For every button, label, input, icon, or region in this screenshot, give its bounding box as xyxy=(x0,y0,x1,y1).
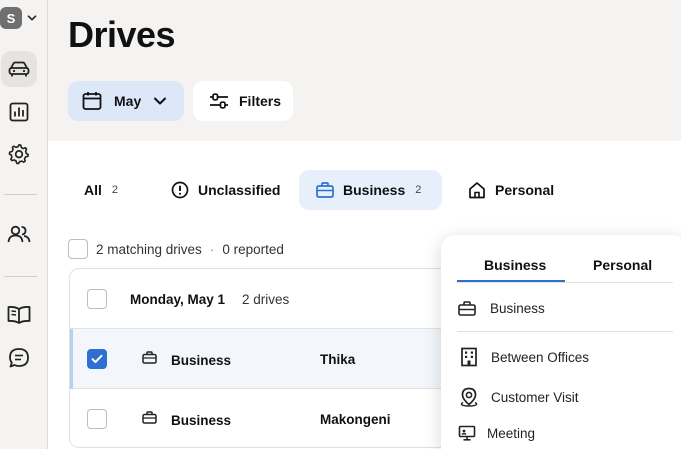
briefcase-icon xyxy=(142,351,157,364)
purpose-option-business[interactable]: Business xyxy=(457,301,545,316)
check-icon xyxy=(91,354,103,364)
drives-table: Monday, May 1 2 drives Business Thika Bu… xyxy=(69,268,469,448)
account-switcher[interactable]: S xyxy=(0,6,44,30)
chat-icon xyxy=(8,347,30,369)
map-pin-icon xyxy=(457,387,481,407)
building-icon xyxy=(457,347,481,367)
purpose-option-meeting[interactable]: Meeting xyxy=(457,425,535,441)
presentation-icon xyxy=(457,425,477,441)
tab-count: 2 xyxy=(111,184,119,196)
selection-indicator xyxy=(70,329,73,389)
reported-count: 0 reported xyxy=(222,241,284,257)
sidebar-item-team[interactable] xyxy=(1,216,37,252)
sidebar-item-drives[interactable] xyxy=(1,51,37,87)
page-title: Drives xyxy=(68,14,176,55)
users-icon xyxy=(7,224,31,244)
summary-separator: · xyxy=(209,241,215,257)
chevron-down-icon xyxy=(153,94,167,108)
home-icon xyxy=(468,181,486,199)
popover-tab-business[interactable]: Business xyxy=(484,257,546,273)
alert-circle-icon xyxy=(171,181,189,199)
row-checkbox[interactable] xyxy=(87,349,107,369)
chevron-down-icon[interactable] xyxy=(27,13,37,23)
popover-divider xyxy=(457,331,673,332)
table-row[interactable]: Business Makongeni xyxy=(70,389,468,447)
sliders-icon xyxy=(209,92,229,110)
sidebar: S xyxy=(0,0,48,449)
tab-all[interactable]: All 2 xyxy=(84,170,118,210)
tab-label: All xyxy=(84,182,102,198)
briefcase-icon xyxy=(316,182,334,198)
purpose-option-between-offices[interactable]: Between Offices xyxy=(457,347,589,367)
popover-tab-personal[interactable]: Personal xyxy=(593,257,652,273)
filters-button[interactable]: Filters xyxy=(193,81,293,121)
active-tab-indicator xyxy=(457,280,565,282)
matching-count: 2 matching drives xyxy=(96,241,202,257)
sidebar-divider xyxy=(4,276,37,277)
car-icon xyxy=(8,60,30,78)
sidebar-item-guide[interactable] xyxy=(1,297,37,333)
purpose-option-customer-visit[interactable]: Customer Visit xyxy=(457,387,579,407)
filters-label: Filters xyxy=(239,93,282,109)
sidebar-divider xyxy=(4,194,37,195)
page-header: Drives May Filters xyxy=(48,0,681,141)
tab-label: Business xyxy=(343,182,406,198)
row-checkbox[interactable] xyxy=(87,409,107,429)
select-day-checkbox[interactable] xyxy=(87,289,107,309)
table-row[interactable]: Business Thika xyxy=(70,329,468,389)
day-drive-count: 2 drives xyxy=(242,292,290,307)
option-label: Between Offices xyxy=(491,349,590,365)
tab-label: Unclassified xyxy=(198,182,281,198)
gear-icon xyxy=(8,143,30,165)
tab-label: Personal xyxy=(495,182,555,198)
briefcase-icon xyxy=(457,301,477,316)
tab-business[interactable]: Business 2 xyxy=(299,170,442,210)
book-open-icon xyxy=(7,305,31,325)
popover-tab-divider xyxy=(457,282,673,283)
tab-count: 2 xyxy=(415,184,422,196)
month-picker-button[interactable]: May xyxy=(68,81,184,121)
option-label: Customer Visit xyxy=(491,389,579,405)
drive-destination: Makongeni xyxy=(320,412,391,427)
option-label: Meeting xyxy=(487,425,536,441)
sidebar-item-settings[interactable] xyxy=(1,136,37,172)
tab-unclassified[interactable]: Unclassified xyxy=(171,170,280,210)
day-group-header: Monday, May 1 2 drives xyxy=(70,269,468,329)
drive-purpose: Business xyxy=(171,353,232,368)
sidebar-item-reports[interactable] xyxy=(1,94,37,130)
option-label: Business xyxy=(490,301,545,316)
day-title: Monday, May 1 xyxy=(130,292,226,307)
drive-purpose: Business xyxy=(171,413,232,428)
calendar-icon xyxy=(82,91,102,111)
select-all-checkbox[interactable] xyxy=(68,239,88,259)
avatar[interactable]: S xyxy=(0,7,22,29)
drives-summary: 2 matching drives · 0 reported xyxy=(68,238,284,260)
tab-personal[interactable]: Personal xyxy=(468,170,554,210)
classify-popover: Business Personal Business Between Offic… xyxy=(441,235,681,449)
sidebar-item-support[interactable] xyxy=(1,340,37,376)
briefcase-icon xyxy=(142,411,157,424)
month-label: May xyxy=(114,93,142,109)
drive-destination: Thika xyxy=(320,352,356,367)
bar-chart-icon xyxy=(9,102,29,122)
